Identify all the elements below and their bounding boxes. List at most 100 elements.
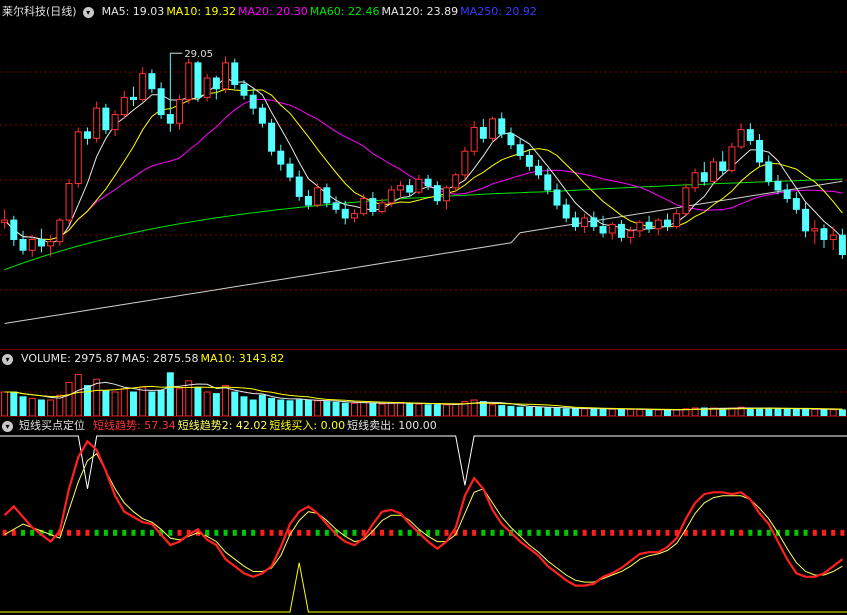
candle <box>222 62 230 90</box>
price-indicators: MA5: 19.03 MA10: 19.32 MA20: 20.30 MA60: 22… <box>100 4 537 20</box>
trend-dash <box>591 529 596 536</box>
trend-dash <box>702 529 707 536</box>
indicator-label: 短线趋势: 57.34 <box>93 419 176 432</box>
volume-bar <box>304 399 312 417</box>
candle <box>415 178 423 193</box>
trend-dash <box>665 529 670 536</box>
trend-dash <box>444 529 449 536</box>
trend-dash <box>324 529 329 536</box>
volume-bar <box>581 408 589 417</box>
trend-dash <box>693 529 698 536</box>
candle <box>157 88 165 116</box>
trend-dash <box>647 529 652 536</box>
candle <box>194 62 202 98</box>
candle <box>433 185 441 202</box>
volume-bar <box>774 408 782 417</box>
trend-dash <box>260 529 265 536</box>
candle <box>37 238 45 247</box>
volume-indicators: VOLUME: 2975.87 MA5: 2875.58 MA10: 3143.82 <box>19 351 284 367</box>
candle <box>792 198 800 210</box>
candle <box>406 185 414 193</box>
volume-panel-header: ▾ VOLUME: 2975.87 MA5: 2875.58 MA10: 3143.… <box>2 351 284 367</box>
candle <box>489 118 497 139</box>
candle <box>185 62 193 101</box>
indicator-label: 短线趋势2: 42.02 <box>177 419 268 432</box>
trend-dash <box>21 529 26 536</box>
candle <box>479 127 487 139</box>
chevron-down-icon[interactable]: ▾ <box>82 6 94 18</box>
candle <box>645 221 653 230</box>
volume-bar <box>166 372 174 417</box>
trend-dash <box>711 529 716 536</box>
candle <box>581 217 589 228</box>
trend-dash <box>490 529 495 536</box>
trend-dash <box>812 529 817 536</box>
trend-dash <box>637 529 642 536</box>
volume-bar <box>811 408 819 417</box>
trend2-line <box>4 452 843 583</box>
trend-dash <box>794 529 799 536</box>
volume-bar <box>507 405 515 417</box>
candle <box>249 94 257 109</box>
indicator-label: MA20: 20.30 <box>238 5 308 18</box>
volume-bar <box>443 404 451 417</box>
trend-dash <box>398 529 403 536</box>
volume-bar <box>544 407 552 417</box>
volume-bar <box>415 403 423 417</box>
volume-bar <box>1 391 9 417</box>
candle <box>378 202 386 212</box>
candle <box>111 114 119 131</box>
volume-bar <box>617 408 625 417</box>
candle <box>203 77 211 98</box>
stock-chart[interactable]: 29.05 <box>0 0 847 615</box>
candle <box>746 129 754 141</box>
candle <box>673 213 681 228</box>
volume-bar <box>783 408 791 417</box>
trend-dash <box>214 529 219 536</box>
volume-bar <box>406 402 414 417</box>
trend-dash <box>748 529 753 536</box>
buy-signal-line <box>0 562 847 613</box>
volume-bar <box>498 405 506 417</box>
volume-bar <box>571 408 579 417</box>
volume-bar <box>590 408 598 417</box>
trend-dash <box>131 529 136 536</box>
indicator-label: MA5: 2875.58 <box>121 352 199 365</box>
trend-dash <box>149 529 154 536</box>
candle <box>571 217 579 228</box>
indicator-label: 短线卖出: 100.00 <box>347 419 437 432</box>
trend-dash <box>223 529 228 536</box>
trend-dash <box>527 529 532 536</box>
ma60-line <box>4 178 843 271</box>
indicator-label: MA250: 20.92 <box>460 5 537 18</box>
volume-bar <box>286 400 294 417</box>
trend-dash <box>481 529 486 536</box>
candle <box>663 219 671 228</box>
trend-dash <box>103 529 108 536</box>
candle <box>240 83 248 96</box>
trend-dash <box>380 529 385 536</box>
candle <box>682 187 690 215</box>
volume-bar <box>249 399 257 417</box>
volume-bar <box>452 403 460 417</box>
volume-bar <box>341 402 349 417</box>
trend-dash <box>739 529 744 536</box>
trend-dash <box>757 529 762 536</box>
panel-divider <box>0 349 847 350</box>
volume-bar <box>553 407 561 417</box>
volume-bar <box>369 402 377 417</box>
trend-dash <box>821 529 826 536</box>
trend-dash <box>803 529 808 536</box>
trend-dash <box>582 529 587 536</box>
chevron-down-icon[interactable]: ▾ <box>2 353 13 365</box>
volume-bar <box>47 399 55 417</box>
candle <box>65 183 73 221</box>
candle <box>387 189 395 204</box>
chevron-down-icon[interactable]: ▾ <box>2 420 13 432</box>
candle <box>350 213 358 219</box>
trend-dash <box>499 529 504 536</box>
trend-dash <box>122 529 127 536</box>
indicator-label: MA60: 22.46 <box>309 5 380 18</box>
candle <box>838 234 846 256</box>
volume-bar <box>350 402 358 417</box>
